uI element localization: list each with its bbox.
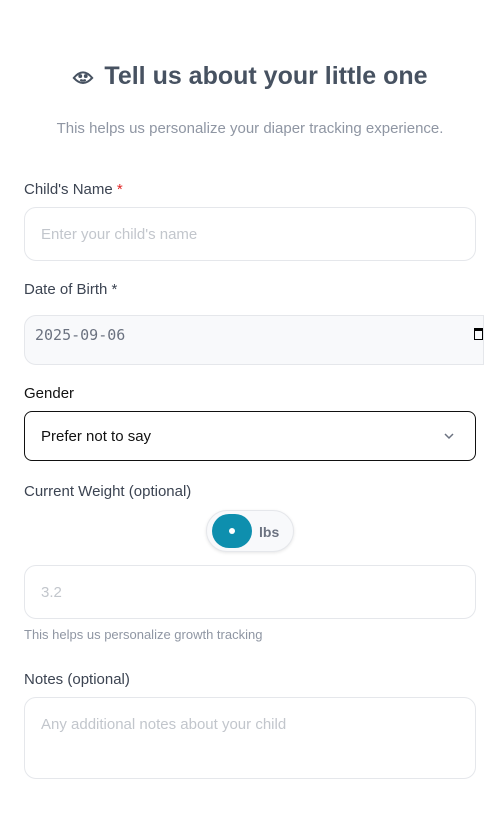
child-name-label: Child's Name * [24,181,123,198]
placeholder: Enter your child's name [41,225,198,243]
required-mark: * [116,181,123,198]
gender-value: Prefer not to say [41,427,152,445]
page-subtitle: This helps us personalize your diaper tr… [56,120,444,137]
dob-value: 2025-09-06 [35,326,126,344]
weight-input[interactable]: 3.2 [24,565,476,619]
chevron-down-icon [444,433,454,440]
title-text: Tell us about your little one [104,62,428,90]
weight-label: Current Weight (optional) [24,483,192,500]
child-name-input[interactable]: Enter your child's name [24,207,476,261]
unit-label: lbs [259,524,280,540]
toggle-knob [212,514,252,548]
notes-label: Notes (optional) [24,671,130,688]
gender-select[interactable]: Prefer not to say [24,411,476,461]
gender-label: Gender [24,385,75,402]
placeholder: Any additional notes about your child [41,716,287,733]
label-text: Child's Name [24,181,113,198]
unit-toggle[interactable]: lbs [206,510,294,552]
page-title: Tell us about your little one [0,62,500,91]
weight-hint: This helps us personalize growth trackin… [24,627,263,642]
dob-label: Date of Birth * [24,281,118,298]
placeholder: 3.2 [41,583,62,601]
dob-input[interactable]: 2025-09-06 [24,315,484,365]
notes-textarea[interactable]: Any additional notes about your child [24,697,476,779]
calendar-icon[interactable] [474,328,483,340]
baby-face-icon [72,70,94,84]
